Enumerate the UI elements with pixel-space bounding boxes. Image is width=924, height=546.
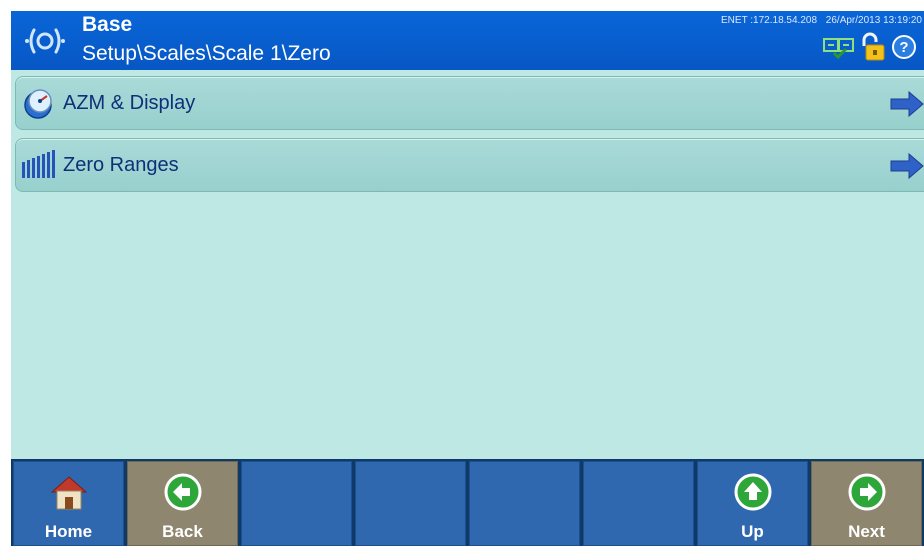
header-bar: Base Setup\Scales\Scale 1\Zero ENET :172… [11,11,924,70]
softkey-5[interactable] [469,461,580,546]
help-icon[interactable]: ? [890,33,918,66]
home-icon [48,472,90,519]
svg-text:?: ? [899,39,908,56]
softkey-label: Up [741,522,764,541]
up-softkey[interactable]: Up [697,461,808,546]
network-address: ENET :172.18.54.208 [721,15,818,26]
softkey-bar: Home Back Up Next [11,459,924,546]
back-softkey[interactable]: Back [127,461,238,546]
softkey-label: Home [44,522,93,541]
up-arrow-icon [733,472,773,517]
zero-ranges-icon [20,145,60,185]
menu-item-azm-display[interactable]: AZM & Display [15,76,924,130]
date-time: 26/Apr/2013 13:19:20 [825,15,922,26]
softkey-label: Next [848,522,885,541]
softkey-4[interactable] [355,461,466,546]
scale-status-icon [822,35,856,64]
terminal-screen: Base Setup\Scales\Scale 1\Zero ENET :172… [11,11,924,546]
next-arrow-icon [847,472,887,517]
azm-display-icon [20,83,60,123]
page-title: Base [82,13,133,36]
menu-item-label: Zero Ranges [63,153,179,176]
back-arrow-icon [163,472,203,517]
menu-item-zero-ranges[interactable]: Zero Ranges [15,138,924,192]
menu-item-label: AZM & Display [63,91,196,114]
unlock-icon[interactable] [858,32,888,67]
terminal-logo-icon [21,17,69,65]
softkey-label: Back [162,522,203,541]
softkey-3[interactable] [241,461,352,546]
status-line: ENET :172.18.54.208 26/Apr/2013 13:19:20 [715,15,922,26]
home-softkey[interactable]: Home [13,461,124,546]
softkey-6[interactable] [583,461,694,546]
breadcrumb: Setup\Scales\Scale 1\Zero [82,42,331,65]
next-softkey[interactable]: Next [811,461,922,546]
arrow-right-icon [889,152,924,185]
arrow-right-icon [889,90,924,123]
header-icons: ? [822,32,918,67]
